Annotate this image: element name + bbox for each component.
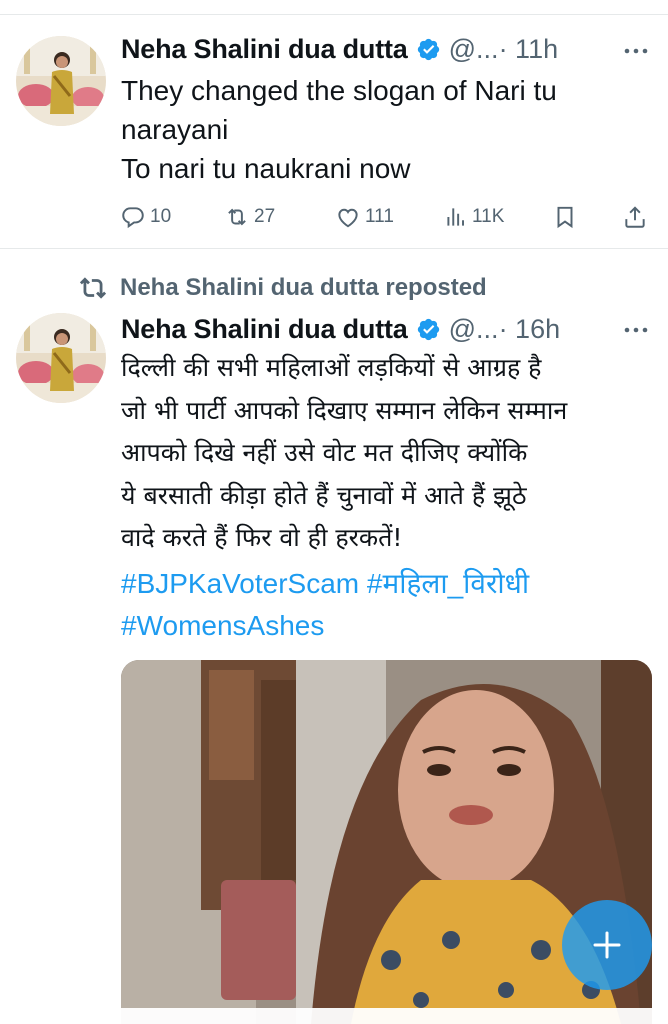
- reply-count: 10: [150, 206, 172, 227]
- hashtag-link[interactable]: #BJPKaVoterScam: [121, 563, 359, 605]
- like-count: 111: [365, 206, 394, 227]
- plus-icon: [593, 931, 621, 959]
- reply-button[interactable]: 10: [120, 202, 171, 232]
- verified-icon: [416, 317, 441, 342]
- repost-label-text: Neha Shalini dua dutta reposted: [120, 274, 487, 301]
- tweet-text-line: ये बरसाती कीड़ा होते हैं चुनावों में आते…: [121, 480, 527, 510]
- hashtag-link[interactable]: #महिला_विरोधी: [367, 563, 529, 605]
- compose-button[interactable]: [562, 900, 652, 990]
- bottom-nav-bar: [0, 1008, 668, 1024]
- avatar[interactable]: [16, 36, 106, 126]
- tweet-text-line: जो भी पार्टी आपको दिखाए सम्मान लेकिन सम्…: [121, 395, 568, 425]
- hashtags: #BJPKaVoterScam #महिला_विरोधी #WomensAsh…: [121, 563, 661, 647]
- reply-icon: [122, 207, 144, 229]
- hashtag-link[interactable]: #WomensAshes: [121, 605, 324, 647]
- tweet-text-line: दिल्ली की सभी महिलाओं लड़कियों से आग्रह …: [121, 353, 542, 382]
- tweet-text-line: आपको दिखे नहीं उसे वोट मत दीजिए क्योंकि: [121, 438, 528, 467]
- author-handle[interactable]: @...: [449, 34, 499, 65]
- tweet-text-line: वादे करते हैं फिर वो ही हरकतें!: [121, 523, 403, 552]
- bookmark-icon: [557, 206, 573, 229]
- views-button[interactable]: 11K: [442, 202, 504, 232]
- tweet-actions: 10 27 111 11K: [0, 202, 668, 232]
- author-name[interactable]: Neha Shalini dua dutta: [121, 34, 408, 65]
- tweet-header: Neha Shalini dua dutta @... · 16h: [121, 311, 560, 347]
- repost-count: 27: [254, 206, 276, 227]
- repost-indicator[interactable]: Neha Shalini dua dutta reposted: [78, 272, 487, 304]
- heart-icon: [338, 208, 358, 228]
- share-button[interactable]: [622, 202, 652, 232]
- author-name[interactable]: Neha Shalini dua dutta: [121, 314, 408, 345]
- views-icon: [447, 208, 464, 226]
- views-count: 11K: [472, 206, 505, 227]
- repost-button[interactable]: 27: [224, 202, 275, 232]
- tweet-text: दिल्ली की सभी महिलाओं लड़कियों से आग्रह …: [121, 347, 661, 560]
- share-icon: [625, 206, 645, 228]
- repost-icon: [79, 277, 107, 299]
- top-divider: [0, 14, 668, 15]
- bookmark-button[interactable]: [552, 202, 582, 232]
- more-icon[interactable]: [622, 320, 650, 340]
- author-handle[interactable]: @...: [449, 314, 499, 345]
- tweet-time[interactable]: · 16h: [499, 314, 561, 345]
- avatar-image: [16, 313, 106, 403]
- like-button[interactable]: 111: [335, 202, 394, 232]
- avatar[interactable]: [16, 313, 106, 403]
- verified-icon: [416, 37, 441, 62]
- repost-icon: [228, 208, 246, 226]
- tweet-time[interactable]: · 11h: [499, 34, 559, 65]
- more-icon[interactable]: [622, 41, 650, 61]
- tweet-text: They changed the slogan of Nari tu naray…: [121, 75, 557, 184]
- tweet-divider: [0, 248, 668, 249]
- tweet-header: Neha Shalini dua dutta @... · 11h: [121, 31, 558, 67]
- avatar-image: [16, 36, 106, 126]
